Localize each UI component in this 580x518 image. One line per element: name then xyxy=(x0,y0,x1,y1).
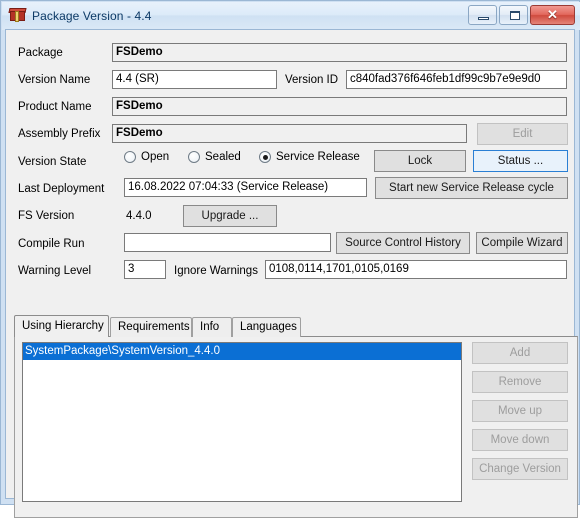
assembly-prefix-field[interactable]: FSDemo xyxy=(112,124,467,143)
tab-strip: Using Hierarchy Requirements Info Langua… xyxy=(14,315,578,337)
tab-languages[interactable]: Languages xyxy=(232,317,301,337)
assembly-prefix-label: Assembly Prefix xyxy=(18,128,101,140)
maximize-button[interactable] xyxy=(499,5,528,25)
package-field[interactable]: FSDemo xyxy=(112,43,567,62)
add-button[interactable]: Add xyxy=(472,342,568,364)
lock-button[interactable]: Lock xyxy=(374,150,466,172)
radio-open-label: Open xyxy=(141,151,170,163)
compile-wizard-button[interactable]: Compile Wizard xyxy=(476,232,568,254)
window-controls: ✕ xyxy=(468,5,575,25)
last-deployment-label: Last Deployment xyxy=(18,183,105,195)
close-button[interactable]: ✕ xyxy=(530,5,575,25)
radio-service-release-label: Service Release xyxy=(276,151,360,163)
start-service-release-cycle-button[interactable]: Start new Service Release cycle xyxy=(375,177,568,199)
radio-open[interactable]: Open xyxy=(124,151,169,163)
compile-run-field[interactable] xyxy=(124,233,331,252)
radio-service-release[interactable]: Service Release xyxy=(259,151,360,163)
minimize-button[interactable] xyxy=(468,5,497,25)
remove-button[interactable]: Remove xyxy=(472,371,568,393)
radio-sealed[interactable]: Sealed xyxy=(188,151,241,163)
upgrade-button[interactable]: Upgrade ... xyxy=(183,205,277,227)
package-label: Package xyxy=(18,47,63,59)
version-name-label: Version Name xyxy=(18,74,91,86)
compile-run-label: Compile Run xyxy=(18,238,85,250)
radio-service-release-indicator xyxy=(259,151,271,163)
warning-level-label: Warning Level xyxy=(18,265,92,277)
tab-requirements[interactable]: Requirements xyxy=(110,317,192,337)
last-deployment-field[interactable]: 16.08.2022 07:04:33 (Service Release) xyxy=(124,178,367,197)
ignore-warnings-label: Ignore Warnings xyxy=(174,265,258,277)
form-content: Package FSDemo Version Name 4.4 (SR) Ver… xyxy=(6,30,578,518)
version-name-field[interactable]: 4.4 (SR) xyxy=(112,70,277,89)
warning-level-field[interactable]: 3 xyxy=(124,260,166,279)
tab-info[interactable]: Info xyxy=(192,317,232,337)
minimize-icon xyxy=(478,17,489,20)
version-id-label: Version ID xyxy=(285,74,339,86)
using-hierarchy-listbox[interactable]: SystemPackage\SystemVersion_4.4.0 xyxy=(22,342,462,502)
radio-sealed-indicator xyxy=(188,151,200,163)
radio-sealed-label: Sealed xyxy=(205,151,241,163)
ignore-warnings-field[interactable]: 0108,0114,1701,0105,0169 xyxy=(265,260,567,279)
package-box-icon xyxy=(8,7,27,25)
move-down-button[interactable]: Move down xyxy=(472,429,568,451)
fs-version-label: FS Version xyxy=(18,210,75,222)
maximize-icon xyxy=(510,11,520,20)
edit-button[interactable]: Edit xyxy=(477,123,568,145)
dialog-client-area: Package FSDemo Version Name 4.4 (SR) Ver… xyxy=(5,29,578,518)
radio-open-indicator xyxy=(124,151,136,163)
change-version-button[interactable]: Change Version xyxy=(472,458,568,480)
window-title: Package Version - 4.4 xyxy=(32,9,152,23)
close-icon: ✕ xyxy=(547,7,558,22)
version-state-label: Version State xyxy=(18,156,87,168)
product-name-label: Product Name xyxy=(18,101,92,113)
version-id-field[interactable]: c840fad376f646feb1df99c9b7e9e9d0 xyxy=(346,70,567,89)
status-button[interactable]: Status ... xyxy=(473,150,568,172)
list-item[interactable]: SystemPackage\SystemVersion_4.4.0 xyxy=(23,343,461,360)
title-bar[interactable]: Package Version - 4.4 ✕ xyxy=(2,2,580,30)
product-name-field[interactable]: FSDemo xyxy=(112,97,567,116)
tab-using-hierarchy[interactable]: Using Hierarchy xyxy=(14,315,109,337)
package-version-window: Package Version - 4.4 ✕ Package FSDemo V… xyxy=(0,0,580,518)
move-up-button[interactable]: Move up xyxy=(472,400,568,422)
fs-version-value: 4.4.0 xyxy=(126,210,152,222)
source-control-history-button[interactable]: Source Control History xyxy=(336,232,470,254)
